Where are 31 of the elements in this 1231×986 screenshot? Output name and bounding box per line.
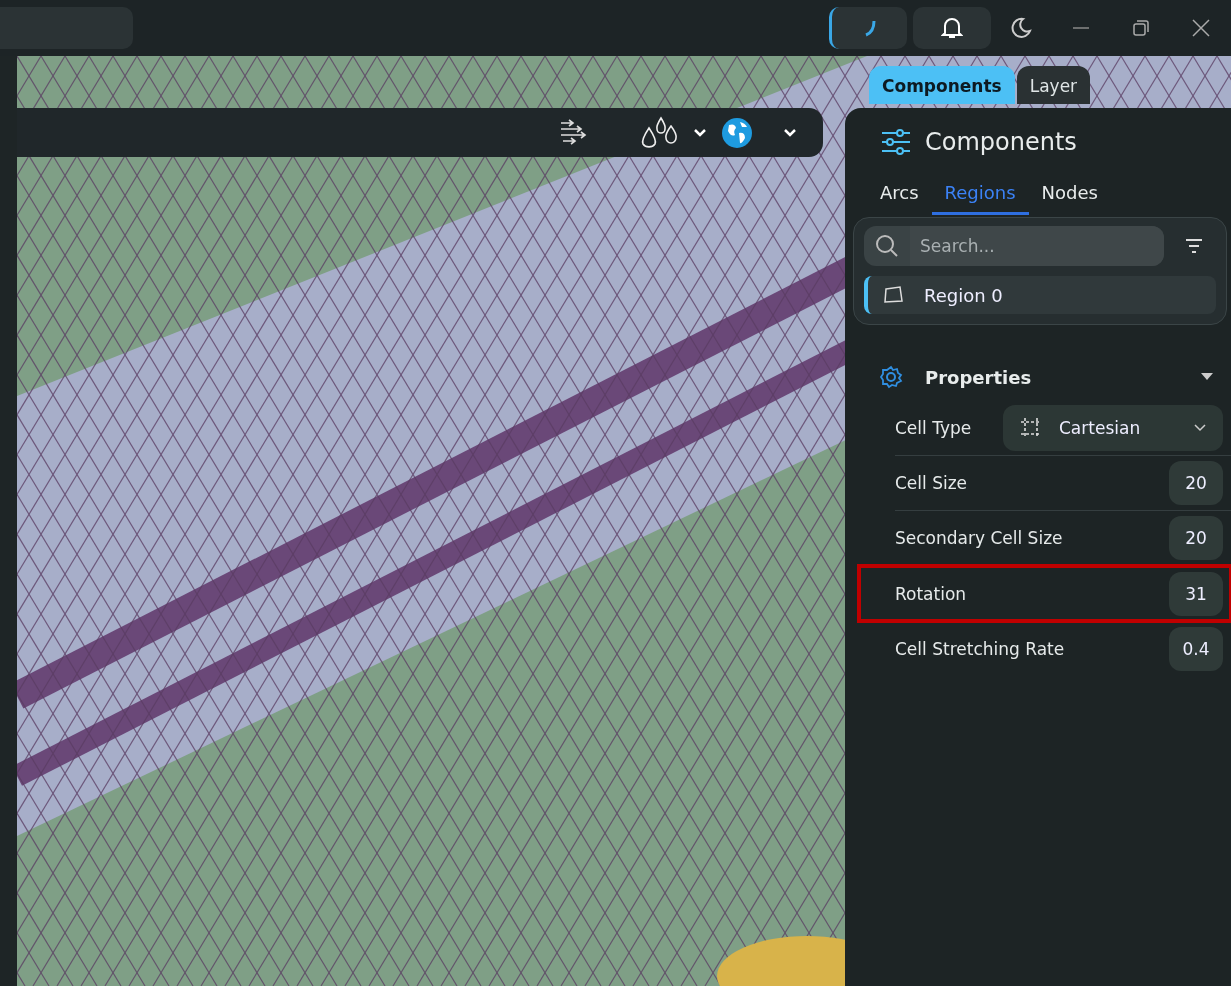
section-tab[interactable]: Arcs (867, 174, 932, 215)
section-tab[interactable]: Nodes (1028, 174, 1111, 215)
number-field[interactable]: 20 (1169, 461, 1223, 505)
number-field[interactable]: 31 (1169, 571, 1223, 616)
section-title: Properties (925, 366, 1032, 388)
close-icon (1192, 19, 1210, 37)
cell-type-dropdown[interactable]: Cartesian (1003, 405, 1223, 451)
panel-tab[interactable]: Layer (1016, 66, 1091, 104)
notification-button[interactable] (913, 7, 991, 49)
chevron-down-icon (1193, 423, 1207, 433)
number-field[interactable]: 0.4 (1169, 626, 1223, 671)
collapse-toggle-icon[interactable] (1201, 373, 1213, 381)
search-field[interactable]: Search... (864, 226, 1164, 266)
region-list-item[interactable]: Region 0 (864, 276, 1216, 314)
polygon-icon (882, 285, 906, 305)
bell-icon (941, 16, 963, 40)
property-label: Cell Size (895, 473, 969, 493)
panel-title: Components (925, 128, 1077, 156)
loading-button[interactable] (829, 7, 907, 49)
property-label: Cell Stretching Rate (895, 638, 1066, 659)
panel-tab[interactable]: Components (869, 66, 1015, 104)
gear-icon (879, 365, 903, 389)
property-label: Cell Type (895, 418, 973, 438)
number-field[interactable]: 20 (1169, 516, 1223, 560)
sliders-icon (881, 129, 911, 155)
restore-icon (1132, 19, 1150, 37)
minimize-icon (1072, 26, 1090, 30)
property-label: Secondary Cell Size (895, 528, 1064, 548)
moon-icon (1009, 16, 1033, 40)
search-icon (875, 234, 899, 258)
property-label: Rotation (895, 583, 968, 604)
